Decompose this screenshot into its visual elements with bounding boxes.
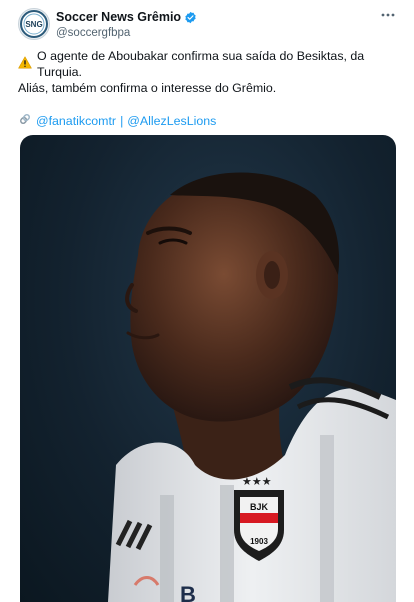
tweet-card: SNG Soccer News Grêmio @soccergfbpa O ag… [0,0,414,602]
svg-text:B: B [180,582,196,602]
author-display-name[interactable]: Soccer News Grêmio [56,10,181,25]
svg-text:★★★: ★★★ [242,475,272,488]
warning-icon [18,56,32,73]
link-icon [18,112,32,130]
avatar-logo-icon: SNG [20,10,48,38]
tweet-header: SNG Soccer News Grêmio @soccergfbpa [18,8,400,42]
tweet-text-line2: Aliás, também confirma o interesse do Gr… [18,81,277,95]
tweet-text-main: O agente de Aboubakar confirma sua saída… [37,49,365,79]
author-names: Soccer News Grêmio @soccergfbpa [56,10,197,41]
more-options-icon[interactable] [378,8,398,26]
svg-text:1903: 1903 [250,537,268,546]
avatar[interactable]: SNG [18,8,50,40]
author-handle[interactable]: @soccergfbpa [56,26,197,41]
player-photo: ★★★ BJK 1903 B [108,172,396,602]
svg-text:BJK: BJK [250,502,269,512]
tweet-media-photo[interactable]: ★★★ BJK 1903 B [20,135,396,602]
tweet-text-line1: O agente de Aboubakar confirma sua saída… [18,48,400,80]
svg-text:SNG: SNG [25,20,42,29]
mention-allezlesLions-link[interactable]: @AllezLesLions [127,113,216,129]
verified-badge-icon [184,11,197,24]
mention-separator: | [120,114,124,128]
mention-fanatikcomtr-link[interactable]: @fanatikcomtr [36,113,116,129]
tweet-source-line: @fanatikcomtr | @AllezLesLions [18,112,400,130]
